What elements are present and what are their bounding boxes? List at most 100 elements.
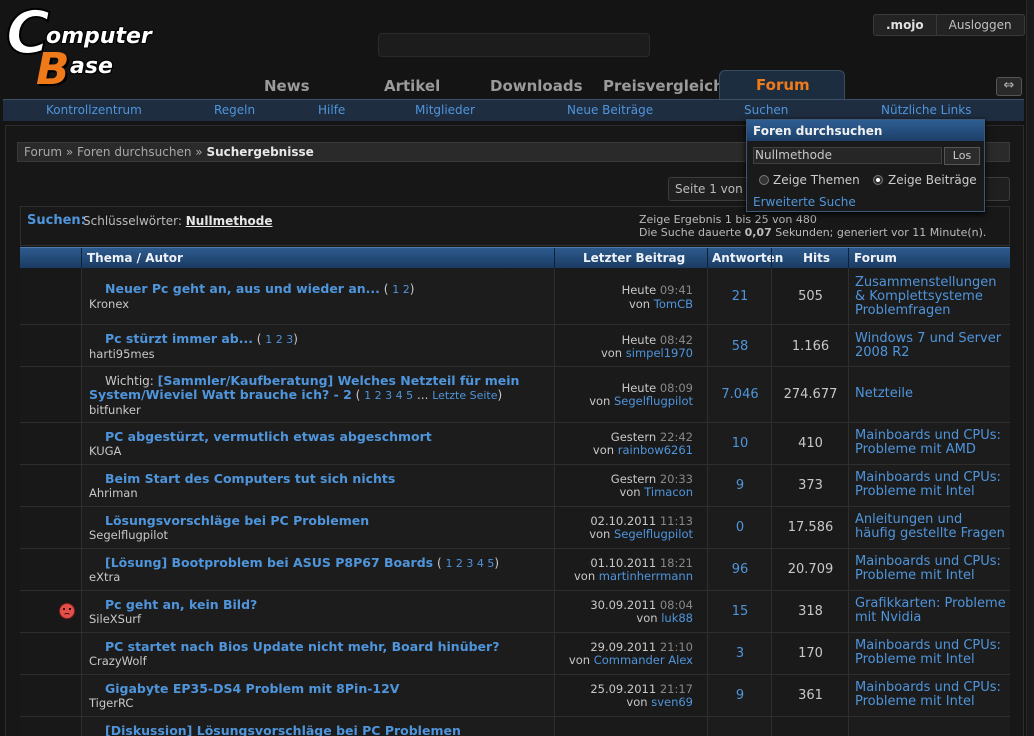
page-links[interactable]: 1 2 3 4 5: [445, 557, 494, 570]
subnav-kontrollzentrum[interactable]: Kontrollzentrum: [46, 103, 142, 117]
subnav-nuetzliche-links[interactable]: Nützliche Links: [881, 103, 971, 117]
row-answers-cell: 15: [708, 591, 772, 632]
forum-link[interactable]: Mainboards und CPUs: Probleme mit Intel: [855, 471, 1007, 499]
last-post-time: 08:04: [659, 598, 693, 612]
answer-count[interactable]: 96: [708, 562, 772, 577]
last-post-user-link[interactable]: Commander Alex: [594, 653, 693, 667]
thread-title-link[interactable]: PC abgestürzt, vermutlich etwas abgeschm…: [105, 429, 432, 444]
answer-count[interactable]: 10: [708, 436, 772, 451]
page-links[interactable]: 1 2 3: [265, 333, 293, 346]
thread-title-link[interactable]: Pc geht an, kein Bild?: [105, 597, 257, 612]
subnav-mitglieder[interactable]: Mitglieder: [415, 103, 475, 117]
last-post-date: Heute 08:09: [622, 381, 693, 395]
thread-title-link[interactable]: [Lösung] Bootproblem bei ASUS P8P67 Boar…: [105, 555, 433, 570]
last-post-user-link[interactable]: simpel1970: [626, 346, 693, 360]
forum-link[interactable]: Windows 7 und Server 2008 R2: [855, 332, 1007, 360]
nav-preisvergleich[interactable]: Preisvergleich: [603, 77, 724, 95]
subnav-neue-beitraege[interactable]: Neue Beiträge: [567, 103, 653, 117]
last-post-time: 11:13: [659, 514, 693, 528]
table-row: Gigabyte EP35-DS4 Problem mit 8Pin-12V T…: [20, 675, 1010, 717]
last-post-user-link[interactable]: Timacon: [644, 485, 693, 499]
answer-count[interactable]: 0: [708, 520, 772, 535]
header-letzter-beitrag[interactable]: Letzter Beitrag: [583, 251, 685, 265]
username-button[interactable]: .mojo: [874, 15, 937, 35]
row-title-cell: [Lösung] Bootproblem bei ASUS P8P67 Boar…: [83, 549, 555, 590]
last-page-link[interactable]: Letzte Seite: [432, 389, 497, 402]
radio-show-posts[interactable]: [873, 175, 883, 185]
forum-link[interactable]: Anleitungen und häufig gestellte Fragen: [855, 513, 1007, 541]
last-post-user-link[interactable]: Segelflugpilot: [614, 527, 693, 541]
nav-downloads[interactable]: Downloads: [490, 77, 583, 95]
answer-count[interactable]: 9: [708, 478, 772, 493]
radio-show-posts-label[interactable]: Zeige Beiträge: [888, 173, 977, 187]
thread-title-link[interactable]: Neuer Pc geht an, aus und wieder an...: [105, 281, 380, 296]
answer-count[interactable]: 21: [708, 289, 772, 304]
thread-title-link[interactable]: PC startet nach Bios Update nicht mehr, …: [105, 639, 499, 654]
last-post-user-link[interactable]: rainbow6261: [618, 443, 693, 457]
last-post-user-link[interactable]: Segelflugpilot: [614, 394, 693, 408]
row-icon-cell: [20, 325, 82, 366]
page-links[interactable]: 1 2: [392, 283, 410, 296]
row-hits-cell: 318: [772, 591, 849, 632]
subnav-hilfe[interactable]: Hilfe: [318, 103, 345, 117]
header-hits[interactable]: Hits: [803, 251, 830, 265]
thread-title-link[interactable]: Pc stürzt immer ab...: [105, 331, 253, 346]
thread-title-line: Beim Start des Computers tut sich nichts: [105, 472, 550, 486]
nav-news[interactable]: News: [264, 77, 310, 95]
page-links[interactable]: 1 2 3 4 5: [364, 389, 413, 402]
row-title-cell: Wichtig: [Sammler/Kaufberatung] Welches …: [83, 367, 555, 422]
answer-count[interactable]: 58: [708, 339, 772, 354]
last-post-user-link[interactable]: martinherrmann: [599, 569, 693, 583]
header-search-field[interactable]: [378, 33, 650, 57]
header-antworten[interactable]: Antworten: [712, 251, 783, 265]
forum-link[interactable]: Zusammenstellungen & Komplettsysteme Pro…: [855, 276, 1007, 318]
last-post-user-link[interactable]: luk88: [661, 611, 693, 625]
last-post-day: Gestern: [610, 472, 657, 486]
forum-link[interactable]: Mainboards und CPUs: Probleme mit Intel: [855, 681, 1007, 709]
row-forum-cell: Windows 7 und Server 2008 R2: [849, 325, 1010, 366]
radio-show-threads[interactable]: [759, 175, 769, 185]
forum-link[interactable]: Netzteile: [855, 387, 1007, 401]
header-thema[interactable]: Thema / Autor: [87, 251, 183, 265]
search-keyword[interactable]: Nullmethode: [186, 214, 273, 228]
answer-count[interactable]: 3: [708, 646, 772, 661]
hit-count: 170: [798, 646, 823, 661]
last-post-user-link[interactable]: sven69: [651, 695, 693, 709]
forum-link[interactable]: Mainboards und CPUs: Probleme mit Intel: [855, 555, 1007, 583]
thread-author: TigerRC: [89, 696, 134, 710]
row-hits-cell: 17.586: [772, 507, 849, 548]
advanced-search-link[interactable]: Erweiterte Suche: [753, 195, 856, 209]
nav-forum[interactable]: Forum: [756, 76, 810, 94]
forum-link[interactable]: Mainboards und CPUs: Probleme mit Intel: [855, 639, 1007, 667]
nav-artikel[interactable]: Artikel: [384, 77, 440, 95]
logout-button[interactable]: Ausloggen: [937, 15, 1024, 35]
hit-count: 410: [798, 436, 823, 451]
answer-count[interactable]: 7.046: [708, 387, 772, 402]
thread-title-link[interactable]: [Diskussion] Lösungsvorschläge bei PC Pr…: [105, 723, 461, 736]
header-forum[interactable]: Forum: [854, 251, 897, 265]
dropdown-go-button[interactable]: Los: [944, 147, 980, 165]
last-post-date: 30.09.2011 08:04: [590, 598, 693, 612]
forum-link[interactable]: Mainboards und CPUs: Probleme mit AMD: [855, 429, 1007, 457]
table-row: PC abgestürzt, vermutlich etwas abgeschm…: [20, 423, 1010, 465]
answer-count[interactable]: 9: [708, 688, 772, 703]
thread-title-link[interactable]: Beim Start des Computers tut sich nichts: [105, 471, 395, 486]
breadcrumb-search[interactable]: Foren durchsuchen: [77, 145, 191, 159]
radio-show-threads-label[interactable]: Zeige Themen: [773, 173, 860, 187]
dropdown-search-input[interactable]: Nullmethode: [753, 147, 942, 164]
breadcrumb-forum[interactable]: Forum: [24, 145, 62, 159]
thread-title-link[interactable]: Lösungsvorschläge bei PC Problemen: [105, 513, 369, 528]
last-post-user-link[interactable]: TomCB: [654, 297, 693, 311]
subnav-regeln[interactable]: Regeln: [214, 103, 255, 117]
thread-title-link[interactable]: Gigabyte EP35-DS4 Problem mit 8Pin-12V: [105, 681, 399, 696]
thread-author: harti95mes: [89, 347, 155, 361]
last-post-day: 29.09.2011: [590, 640, 657, 654]
last-post-date: 29.09.2011 21:10: [590, 640, 693, 654]
forum-link[interactable]: Grafikkarten: Probleme mit Nvidia: [855, 597, 1007, 625]
page-selector-end[interactable]: [984, 177, 1010, 201]
answer-count[interactable]: 15: [708, 604, 772, 619]
subnav-suchen[interactable]: Suchen: [744, 103, 788, 117]
expand-width-icon[interactable]: ⇔: [996, 77, 1022, 96]
row-title-cell: Pc geht an, kein Bild? SileXSurf: [83, 591, 555, 632]
last-post-time: 18:21: [659, 556, 693, 570]
